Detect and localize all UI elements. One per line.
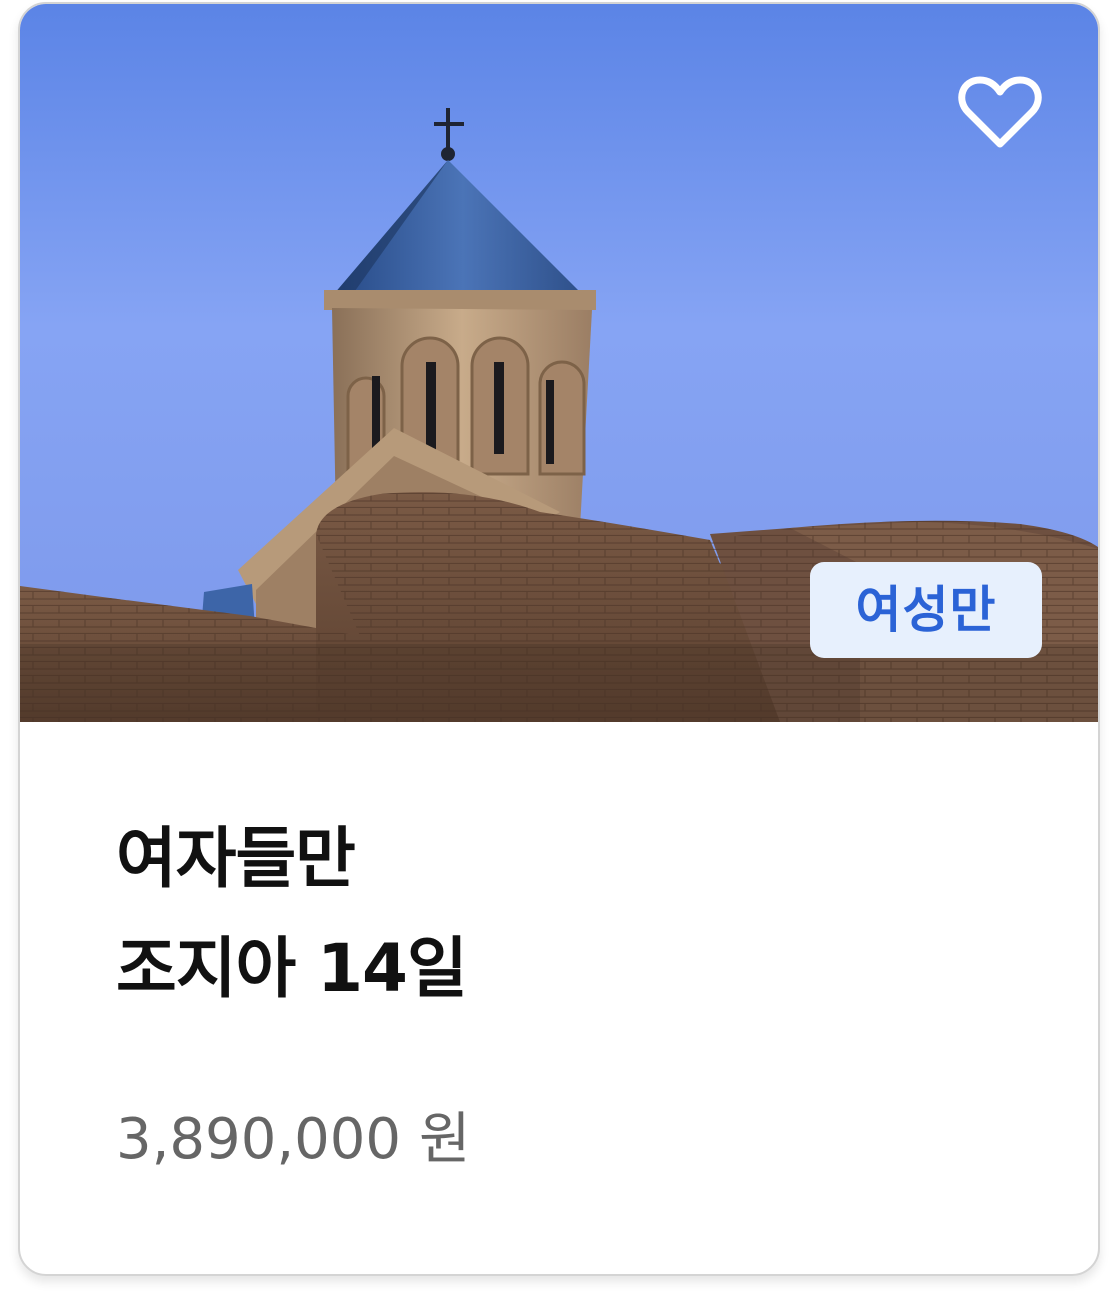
favorite-button[interactable]: [958, 72, 1042, 152]
tour-photo[interactable]: 여성만: [20, 4, 1098, 722]
tour-title[interactable]: 여자들만 조지아 14일: [116, 804, 1016, 1024]
tour-price: 3,890,000 원: [116, 1100, 471, 1180]
price-currency: 원: [419, 1107, 471, 1172]
tour-title-line1: 여자들만: [116, 820, 356, 897]
tour-title-line2: 조지아 14일: [116, 930, 468, 1007]
heart-outline-icon: [958, 76, 1042, 148]
tour-card[interactable]: 여성만 여자들만 조지아 14일 3,890,000 원: [18, 2, 1100, 1276]
women-only-badge: 여성만: [810, 562, 1042, 658]
price-amount: 3,890,000: [116, 1107, 402, 1172]
